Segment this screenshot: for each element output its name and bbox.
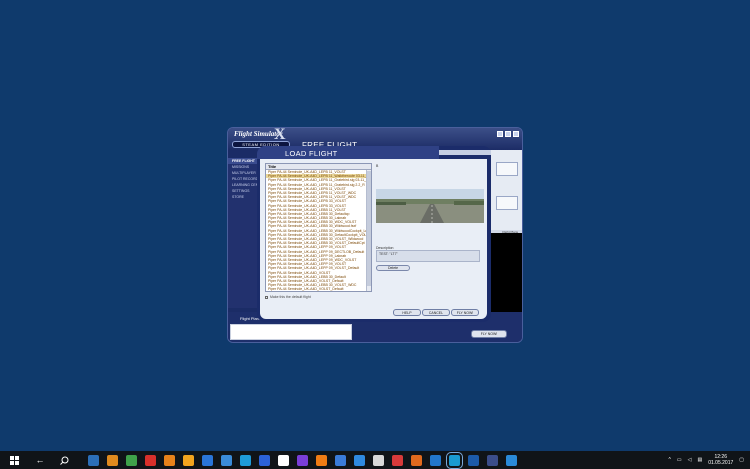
dialog-title: LOAD FLIGHT bbox=[285, 149, 338, 158]
taskbar-app-icon[interactable] bbox=[506, 454, 517, 466]
list-item[interactable]: Piper PA-44 Seminole_UK-A4D_LEPB 11_Grat… bbox=[266, 178, 371, 182]
background-panel bbox=[496, 196, 518, 210]
taskbar-app-icon[interactable] bbox=[107, 454, 118, 466]
volume-icon[interactable]: ◁ bbox=[688, 457, 692, 463]
list-item[interactable]: Piper PA-44 Seminole_UK-A4D_LEPP 09_VOLS… bbox=[266, 266, 371, 270]
taskbar-app-icon[interactable] bbox=[202, 454, 213, 466]
taskbar-app-icon[interactable] bbox=[468, 454, 479, 466]
delete-button[interactable]: Delete bbox=[376, 265, 410, 271]
window-controls bbox=[497, 131, 519, 137]
network-icon[interactable]: ▭ bbox=[677, 457, 682, 463]
clock-date: 01.05.2017 bbox=[708, 460, 734, 466]
list-item[interactable]: Piper PA-44 Seminole_UK-A4D_VOLST_Defaul… bbox=[266, 291, 371, 292]
make-default-label: Make this the default flight bbox=[270, 295, 311, 299]
taskbar-apps bbox=[84, 451, 521, 469]
taskbar-app-icon[interactable] bbox=[297, 454, 308, 466]
dialog-title-bar: LOAD FLIGHT bbox=[257, 146, 439, 159]
minimize-icon[interactable] bbox=[505, 131, 511, 137]
load-flight-dialog: LOAD FLIGHT Title Piper PA-44 Seminole_U… bbox=[257, 146, 491, 322]
background-panel bbox=[496, 162, 518, 176]
help-icon[interactable] bbox=[497, 131, 503, 137]
help-button[interactable]: HELP bbox=[393, 309, 421, 316]
fly-now-button[interactable]: FLY NOW! bbox=[471, 330, 507, 338]
map-panel bbox=[486, 233, 522, 323]
flight-preview-image bbox=[376, 189, 484, 223]
list-items: Piper PA-44 Seminole_UK-A4D_LEPB 11_VOLS… bbox=[266, 170, 371, 292]
preview-label: B bbox=[376, 164, 379, 168]
taskbar-app-icon[interactable] bbox=[88, 454, 99, 466]
checkbox-icon[interactable] bbox=[265, 295, 268, 299]
clock[interactable]: 12:26 01.05.2017 bbox=[708, 454, 733, 466]
taskbar-app-icon[interactable] bbox=[446, 451, 463, 469]
back-arrow-icon[interactable]: ← bbox=[34, 454, 46, 466]
taskbar-app-icon[interactable] bbox=[430, 454, 441, 466]
scroll-thumb[interactable] bbox=[367, 171, 371, 286]
title-strip bbox=[439, 150, 491, 155]
nav-store[interactable]: STORE bbox=[228, 194, 260, 200]
taskbar-app-icon[interactable] bbox=[335, 454, 346, 466]
taskbar-app-icon[interactable] bbox=[354, 454, 365, 466]
taskbar-app-icon[interactable] bbox=[221, 454, 232, 466]
taskbar-app-icon[interactable] bbox=[392, 454, 403, 466]
flight-list[interactable]: Title Piper PA-44 Seminole_UK-A4D_LEPB 1… bbox=[265, 163, 372, 292]
system-tray: ^ ▭ ◁ ▤ 12:26 01.05.2017 ▢ bbox=[669, 451, 744, 469]
taskbar-app-icon[interactable] bbox=[183, 454, 194, 466]
taskbar-app-icon[interactable] bbox=[126, 454, 137, 466]
taskbar-app-icon[interactable] bbox=[164, 454, 175, 466]
list-item[interactable]: Piper PA-44 Seminole_UK-A4D_LEBB 30_Wild… bbox=[266, 224, 371, 228]
search-icon[interactable] bbox=[58, 454, 70, 466]
notifications-icon[interactable]: ▢ bbox=[739, 457, 744, 463]
taskbar-app-icon[interactable] bbox=[240, 454, 251, 466]
taskbar-app-icon[interactable] bbox=[487, 454, 498, 466]
taskbar-app-icon[interactable] bbox=[145, 454, 156, 466]
left-nav: FREE FLIGHT MISSIONS MULTIPLAYER PILOT R… bbox=[228, 158, 265, 308]
make-default-checkbox[interactable]: Make this the default flight bbox=[265, 295, 311, 299]
chevron-up-icon[interactable]: ^ bbox=[669, 457, 671, 463]
footer-panel bbox=[230, 324, 352, 340]
taskbar-app-icon[interactable] bbox=[316, 454, 327, 466]
keyboard-icon[interactable]: ▤ bbox=[698, 457, 703, 463]
taskbar-app-icon[interactable] bbox=[411, 454, 422, 466]
taskbar-app-icon[interactable] bbox=[373, 454, 384, 466]
cancel-button[interactable]: CANCEL bbox=[422, 309, 450, 316]
description-field[interactable]: TEST: "LT7" bbox=[376, 250, 480, 262]
dialog-body: Title Piper PA-44 Seminole_UK-A4D_LEPB 1… bbox=[260, 159, 487, 319]
taskbar-app-icon[interactable] bbox=[259, 454, 270, 466]
taskbar: ← ^ ▭ ◁ ▤ 12:26 01.05.2017 ▢ bbox=[0, 451, 750, 469]
windows-start-icon[interactable] bbox=[8, 454, 20, 466]
fly-now-button[interactable]: FLY NOW! bbox=[451, 309, 479, 316]
taskbar-app-icon[interactable] bbox=[278, 454, 289, 466]
close-icon[interactable] bbox=[513, 131, 519, 137]
list-scrollbar[interactable] bbox=[366, 170, 371, 291]
